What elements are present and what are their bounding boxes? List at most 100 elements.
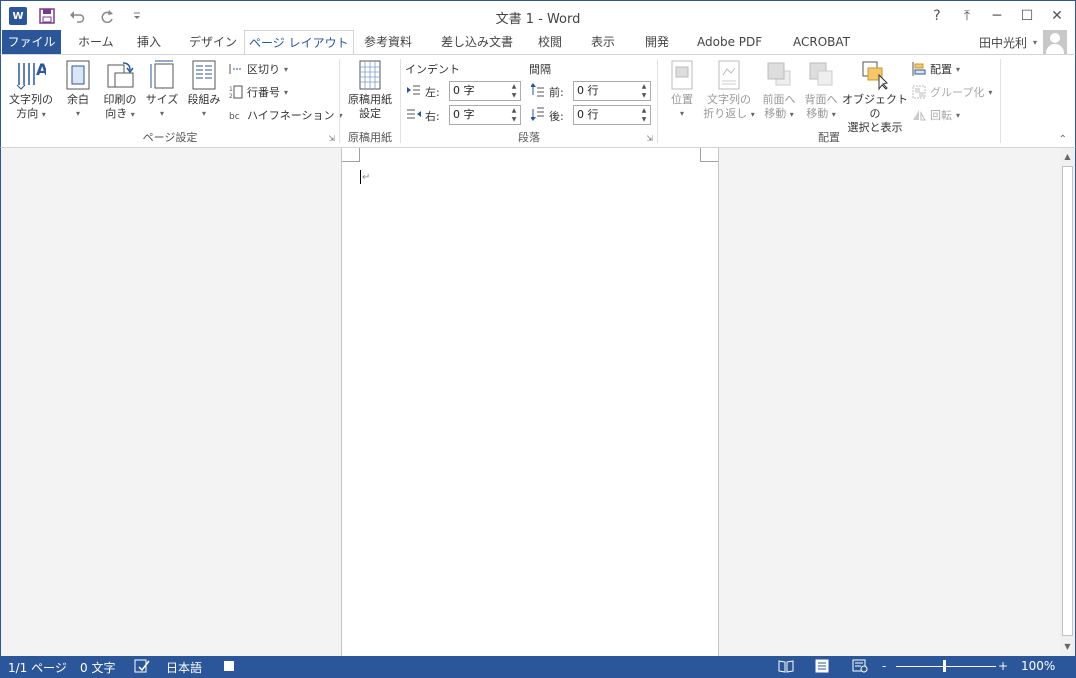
save-icon[interactable] [37, 6, 57, 26]
word-count[interactable]: 0 文字 [80, 659, 115, 676]
scroll-up-icon[interactable]: ▲ [1060, 150, 1075, 164]
spin-arrows-icon[interactable]: ▲ ▼ [638, 106, 650, 124]
wrap-text-label-2: 折り返し ▾ [703, 107, 755, 120]
zoom-slider[interactable] [896, 666, 996, 667]
align-button[interactable]: 配置 ▾ [912, 61, 960, 77]
wrap-text-label-1: 文字列の [707, 93, 751, 106]
send-backward-button[interactable]: 背面へ 移動 ▾ [800, 59, 842, 122]
tab-review[interactable]: 校閲 [534, 30, 566, 54]
close-button[interactable]: ✕ [1045, 5, 1069, 27]
scroll-down-icon[interactable]: ▼ [1060, 640, 1075, 654]
size-button[interactable]: サイズ ▾ [144, 59, 180, 121]
minimize-button[interactable]: ─ [985, 5, 1009, 27]
orientation-button[interactable]: 印刷の 向き ▾ [99, 59, 141, 122]
word-app-icon[interactable]: W [9, 7, 27, 25]
arrange-group-label: 配置 [818, 131, 840, 144]
page-setup-dialog-launcher-icon[interactable]: ⇲ [328, 134, 335, 143]
paragraph-dialog-launcher-icon[interactable]: ⇲ [646, 134, 653, 143]
page-count[interactable]: 1/1 ページ [8, 659, 67, 676]
tab-adobe-pdf[interactable]: Adobe PDF [693, 30, 766, 54]
hyphenation-button[interactable]: bc ハイフネーション ▾ [229, 107, 343, 123]
group-divider [1000, 59, 1001, 143]
tab-insert[interactable]: 挿入 [133, 30, 165, 54]
zoom-in-button[interactable]: + [998, 659, 1008, 673]
ribbon-display-options-button[interactable]: ⤒ [955, 5, 979, 27]
indent-right-input[interactable]: 0 字 ▲ ▼ [449, 105, 521, 125]
collapse-ribbon-icon[interactable]: ⌃ [1059, 134, 1067, 145]
maximize-button[interactable]: ☐ [1015, 5, 1039, 27]
align-label: 配置 [930, 63, 952, 76]
spacing-before-value: 0 行 [577, 84, 599, 97]
spacing-before-icon [530, 83, 545, 97]
genko-group-label: 原稿用紙 [348, 131, 392, 144]
columns-button[interactable]: 段組み ▾ [184, 59, 224, 121]
document-page[interactable]: ↵ [341, 148, 719, 656]
page-setup-group: A 文字列の 方向 ▾ 余白 ▾ 印刷の 向き ▾ サイズ ▾ 段組み ▾ 区切… [1, 55, 343, 147]
web-layout-icon[interactable] [852, 659, 868, 676]
zoom-out-button[interactable]: - [882, 659, 886, 673]
print-layout-icon[interactable] [814, 659, 830, 676]
send-backward-label-1: 背面へ [804, 93, 838, 106]
selection-pane-button[interactable]: オブジェクトの 選択と表示 [842, 59, 908, 135]
window-title: 文書 1 - Word [495, 12, 581, 27]
vertical-scrollbar[interactable]: ▲ ▼ [1060, 148, 1076, 656]
zoom-level[interactable]: 100% [1021, 659, 1055, 673]
bring-forward-icon [764, 59, 794, 91]
line-numbers-button[interactable]: 12 行番号 ▾ [229, 84, 288, 100]
indent-left-input[interactable]: 0 字 ▲ ▼ [449, 81, 521, 101]
crop-mark-top-right [700, 148, 718, 162]
language-indicator[interactable]: 日本語 [166, 659, 202, 676]
bring-forward-button[interactable]: 前面へ 移動 ▾ [758, 59, 800, 122]
rotate-label: 回転 [930, 109, 952, 122]
customize-qat-icon[interactable] [127, 6, 147, 26]
position-button[interactable]: 位置 ▾ [664, 59, 700, 121]
quick-access-toolbar: W [9, 6, 147, 26]
paragraph-mark: ↵ [362, 172, 371, 183]
indent-left-label: 左: [425, 86, 440, 99]
spacing-before-input[interactable]: 0 行 ▲ ▼ [573, 81, 651, 101]
zoom-slider-thumb[interactable] [943, 660, 946, 672]
margins-icon [63, 59, 93, 91]
breaks-button[interactable]: 区切り ▾ [229, 61, 288, 77]
hyphenation-icon: bc [229, 108, 243, 122]
spacing-after-value: 0 行 [577, 108, 599, 121]
orientation-label-1: 印刷の [103, 93, 137, 106]
user-name: 田中光利 [978, 35, 1027, 50]
rotate-button[interactable]: 回転 ▾ [912, 107, 960, 123]
tab-developer[interactable]: 開発 [641, 30, 673, 54]
redo-icon[interactable] [97, 6, 117, 26]
indent-right-label: 右: [425, 110, 440, 123]
paragraph-group-label: 段落 [518, 131, 540, 144]
paragraph-group: インデント 間隔 左: 0 字 ▲ ▼ 右: 0 字 ▲ ▼ 前: 0 行 ▲ ▼ 後: 0… [401, 55, 657, 147]
text-direction-label-2: 方向 ▾ [16, 107, 46, 120]
size-label: サイズ [145, 93, 179, 106]
tab-home[interactable]: ホーム [74, 30, 118, 54]
spin-arrows-icon[interactable]: ▲ ▼ [508, 82, 520, 100]
undo-icon[interactable] [67, 6, 87, 26]
help-button[interactable]: ? [925, 5, 949, 27]
user-account[interactable]: 田中光利 ▾ [979, 30, 1067, 54]
macro-recording-icon[interactable] [224, 661, 235, 675]
tab-view[interactable]: 表示 [587, 30, 619, 54]
tab-page-layout[interactable]: ページ レイアウト [244, 30, 354, 55]
spin-arrows-icon[interactable]: ▲ ▼ [508, 106, 520, 124]
position-label: 位置 [671, 93, 693, 106]
spin-arrows-icon[interactable]: ▲ ▼ [638, 82, 650, 100]
indent-right-icon [407, 107, 421, 121]
read-mode-icon[interactable] [778, 659, 794, 676]
text-direction-button[interactable]: A 文字列の 方向 ▾ [5, 59, 57, 122]
tab-acrobat[interactable]: ACROBAT [789, 30, 854, 54]
hyphenation-label: ハイフネーション [247, 109, 335, 122]
tab-mailings[interactable]: 差し込み文書 [437, 30, 517, 54]
document-workspace: ↵ [0, 148, 1060, 656]
tab-design[interactable]: デザイン [185, 30, 241, 54]
tab-file[interactable]: ファイル [2, 30, 61, 54]
wrap-text-button[interactable]: 文字列の 折り返し ▾ [702, 59, 756, 122]
genko-settings-button[interactable]: 原稿用紙 設定 [342, 59, 398, 121]
proofing-icon[interactable] [134, 659, 150, 676]
group-button[interactable]: グループ化 ▾ [912, 84, 992, 100]
margins-button[interactable]: 余白 ▾ [61, 59, 95, 121]
spacing-after-input[interactable]: 0 行 ▲ ▼ [573, 105, 651, 125]
tab-references[interactable]: 参考資料 [360, 30, 416, 54]
scroll-thumb[interactable] [1062, 166, 1073, 636]
